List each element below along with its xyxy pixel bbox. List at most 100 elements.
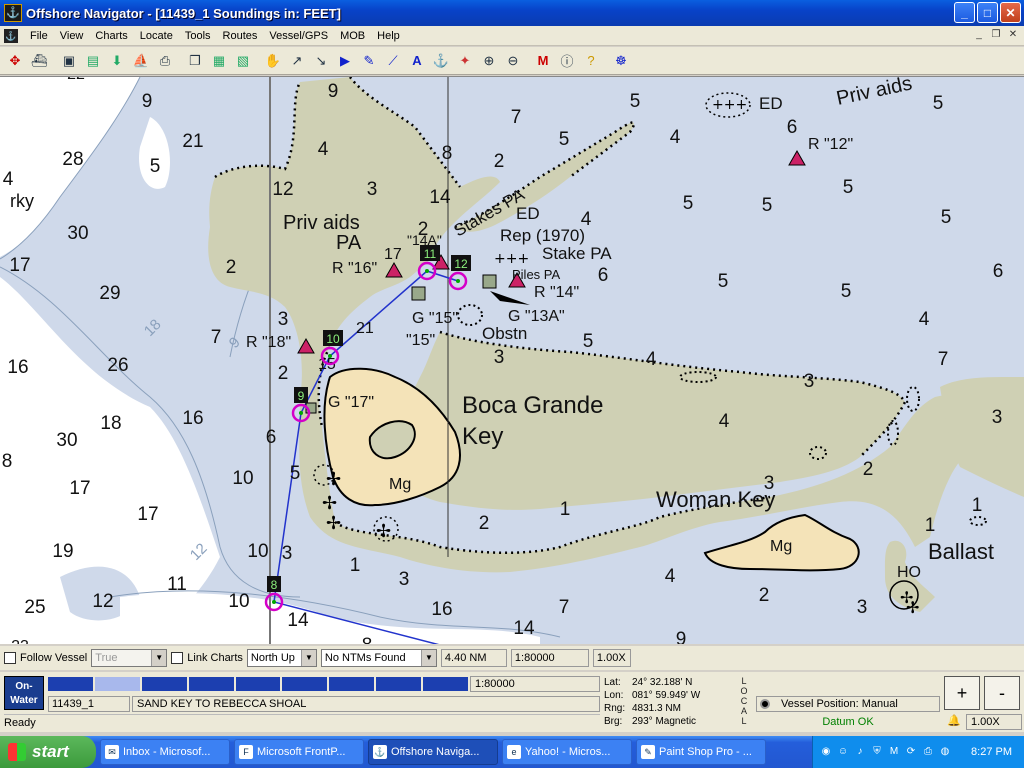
depth-sounding: 8 xyxy=(2,451,13,472)
line-icon[interactable]: ⟋ xyxy=(382,50,404,72)
toolbar: ✥ ⛴ ▣ ▤ ⬇ ⛵ ⎙ ❐ ▦ ▧ ✋ ↗ ↘ ▶ ✎ ⟋ A ⚓ ✦ ⊕ … xyxy=(0,47,1024,75)
depth-sounding: 4 xyxy=(670,127,681,148)
tray-msn-icon[interactable]: M xyxy=(887,745,901,759)
waypoint-center xyxy=(299,411,303,415)
chart-label: G "17" xyxy=(328,394,374,411)
tray-update-icon[interactable]: ⟳ xyxy=(904,745,918,759)
edit-route-icon[interactable]: ✎ xyxy=(358,50,380,72)
menu-charts[interactable]: Charts xyxy=(89,27,133,45)
depth-sounding: 4 xyxy=(646,349,657,370)
depth-sounding: 14 xyxy=(429,187,451,208)
chart-map[interactable]: ✢ ✢ ✢ ✢ ✢ ✢ +++ +++ 9 21 28 5 4 30 17 29 2 7 16 26 1… xyxy=(0,76,1024,644)
waypoint-number: 8 xyxy=(271,578,278,592)
maximize-button[interactable]: □ xyxy=(977,2,998,23)
layers-icon[interactable]: ▧ xyxy=(232,50,254,72)
menu-routes[interactable]: Routes xyxy=(217,27,264,45)
menu-mob[interactable]: MOB xyxy=(334,27,371,45)
chart-set-icon[interactable]: ▤ xyxy=(82,50,104,72)
depth-sounding: 7 xyxy=(559,597,570,618)
depth-sounding: 3 xyxy=(857,597,868,618)
zoom-out-icon[interactable]: ⊖ xyxy=(502,50,524,72)
zoom-in-icon[interactable]: ⊕ xyxy=(478,50,500,72)
vessel-icon[interactable]: ⛴ xyxy=(28,50,50,72)
orientation-select[interactable]: North Up ▼ xyxy=(246,649,317,667)
waypoint-center xyxy=(425,269,429,273)
waypoint-icon[interactable]: ▶ xyxy=(334,50,356,72)
link-charts-checkbox[interactable] xyxy=(171,652,184,664)
app-icon[interactable]: ⚓ xyxy=(4,4,22,22)
bell-icon[interactable]: 🔔 xyxy=(944,714,964,730)
menu-file[interactable]: File xyxy=(24,27,54,45)
depth-sounding: 2 xyxy=(494,151,505,172)
tray-globe-icon[interactable]: ◍ xyxy=(938,745,952,759)
menu-view[interactable]: View xyxy=(54,27,90,45)
print-icon[interactable]: ⎙ xyxy=(154,50,176,72)
on-water-button[interactable]: On- Water xyxy=(4,676,44,710)
chart-label: Mg xyxy=(770,538,792,555)
scale-field: 1:80000 xyxy=(510,649,589,667)
tray-messenger-icon[interactable]: ☺ xyxy=(836,745,850,759)
gps-center-icon[interactable]: ✥ xyxy=(4,50,26,72)
task-offshore-navigator[interactable]: ⚓ Offshore Naviga... xyxy=(368,739,498,765)
waypoint-number: 9 xyxy=(298,389,305,403)
chart-label: G "15" xyxy=(412,310,458,327)
tray-security-icon[interactable]: ⛨ xyxy=(870,745,884,759)
anchor-icon[interactable]: ⚓ xyxy=(430,50,452,72)
minimize-button[interactable]: _ xyxy=(954,2,975,23)
help-icon[interactable]: ? xyxy=(580,50,602,72)
depth-sounding: 5 xyxy=(933,93,944,114)
depth-sounding: 17 xyxy=(137,504,158,525)
depth-sounding: 5 xyxy=(290,463,301,484)
boat-icon[interactable]: ⛵ xyxy=(130,50,152,72)
tray-printer-icon[interactable]: ⎙ xyxy=(921,745,935,759)
zoom-out-button[interactable]: - xyxy=(984,676,1020,710)
chart-scale-display: 1:80000 xyxy=(470,676,600,692)
chart-label: Rep (1970) xyxy=(500,226,585,245)
task-frontpage[interactable]: F Microsoft FrontP... xyxy=(234,739,364,765)
start-button[interactable]: start xyxy=(0,736,96,768)
tray-network-icon[interactable]: ◉ xyxy=(819,745,833,759)
task-yahoo[interactable]: e Yahoo! - Micros... xyxy=(502,739,632,765)
mdi-restore-button[interactable]: ❐ xyxy=(989,28,1003,42)
menu-vessel-gps[interactable]: Vessel/GPS xyxy=(263,27,334,45)
hand-pan-icon[interactable]: ✋ xyxy=(262,50,284,72)
chart-down-icon[interactable]: ⬇ xyxy=(106,50,128,72)
window-icon[interactable]: ❐ xyxy=(184,50,206,72)
tray-volume-icon[interactable]: ♪ xyxy=(853,745,867,759)
text-icon[interactable]: A xyxy=(406,50,428,72)
ntm-select[interactable]: No NTMs Found ▼ xyxy=(320,649,437,667)
info-icon[interactable]: ⓘ xyxy=(556,50,578,72)
document-icon[interactable]: ⚓ xyxy=(4,28,18,43)
mdi-close-button[interactable]: ✕ xyxy=(1006,28,1020,42)
cursor-coordinates: Lat: 24° 32.188' N Lon: 081° 59.949' W Rng… xyxy=(604,677,701,727)
depth-sounding: 12 xyxy=(272,179,293,200)
zoom-in-button[interactable]: + xyxy=(944,676,980,710)
depth-sounding: 23 xyxy=(11,638,29,644)
waypoint-number: 11 xyxy=(424,247,437,261)
depth-sounding: 5 xyxy=(683,193,694,214)
mdi-minimize-button[interactable]: _ xyxy=(972,28,986,42)
wheel-icon[interactable]: ☸ xyxy=(610,50,632,72)
tide-icon[interactable]: M xyxy=(532,50,554,72)
follow-vessel-checkbox[interactable] xyxy=(4,652,16,664)
open-chart-icon[interactable]: ▣ xyxy=(58,50,80,72)
menu-help[interactable]: Help xyxy=(371,27,406,45)
range: 4831.3 NM xyxy=(632,703,681,714)
menu-tools[interactable]: Tools xyxy=(179,27,217,45)
chart-label: Stake PA xyxy=(542,244,612,263)
measure-icon[interactable]: ↗ xyxy=(286,50,308,72)
route-icon[interactable]: ↘ xyxy=(310,50,332,72)
depth-sounding: 28 xyxy=(62,149,83,170)
mark-icon[interactable]: ✦ xyxy=(454,50,476,72)
task-paint-shop-pro[interactable]: ✎ Paint Shop Pro - ... xyxy=(636,739,766,765)
ie-icon: e xyxy=(507,745,521,759)
depth-sounding: 30 xyxy=(56,430,77,451)
route-waypoint-12[interactable]: 12 xyxy=(448,255,471,291)
vessel-position: Vessel Position: Manual xyxy=(756,696,940,712)
close-button[interactable]: ✕ xyxy=(1000,2,1021,23)
menu-locate[interactable]: Locate xyxy=(134,27,179,45)
grid-icon[interactable]: ▦ xyxy=(208,50,230,72)
task-inbox[interactable]: ✉ Inbox - Microsof... xyxy=(100,739,230,765)
depth-sounding: 17 xyxy=(9,255,30,276)
depth-sounding: 5 xyxy=(559,129,570,150)
